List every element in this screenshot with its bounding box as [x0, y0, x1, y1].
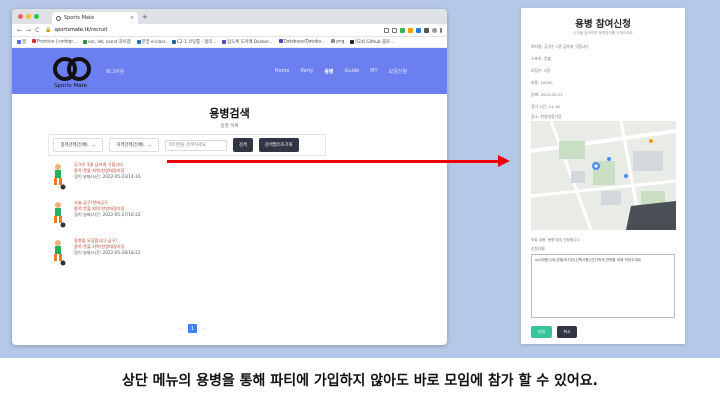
extension-icon-green[interactable] — [400, 27, 405, 33]
soccer-player-icon — [54, 202, 66, 228]
tab-close-icon[interactable]: × — [130, 15, 134, 21]
field-sport: 스포츠: 풋볼 — [531, 56, 551, 61]
field-time: 경기 시간: 14-16 — [531, 104, 560, 109]
list-item[interactable]: 공격수 1명 급하게 구합니다 종목:풋볼 지역:한양대경기장 경기 날짜/시간… — [48, 162, 141, 192]
bookmark-item[interactable]: Practice | codegr... — [31, 39, 77, 45]
region-select[interactable]: 지역선택(전체) ⌄ — [109, 138, 159, 152]
browser-window: Sports Mate × + ← → C 🔒 sportsmate.tk/re… — [12, 9, 447, 345]
mercenary-list: 공격수 1명 급하게 구합니다 종목:풋볼 지역:한양대경기장 경기 날짜/시간… — [48, 162, 141, 276]
bookmark-item[interactable]: [Git] Github 블로... — [350, 39, 394, 45]
minimize-window-dot[interactable] — [26, 14, 31, 19]
field-count: 모집수: 3명 — [531, 68, 550, 73]
nav-guide[interactable]: Guide — [345, 68, 360, 75]
tab-title: Sports Mate — [64, 15, 95, 21]
filter-bar: 종목선택(전체) ⌄ 지역선택(전체) ⌄ 파티명을 검색하세요 검색 검색필터초기… — [48, 134, 326, 156]
close-window-dot[interactable] — [18, 14, 23, 19]
item-date: 경기 날짜/시간: 2022-05-28/18-22 — [74, 250, 141, 255]
prev-page-button[interactable]: ‹ — [176, 324, 185, 333]
form-subtitle: 신청을 입력하여 용병참여를 신청하세요 — [573, 31, 633, 35]
search-input[interactable]: 파티명을 검색하세요 — [165, 139, 227, 151]
reload-icon[interactable]: C — [35, 27, 39, 34]
field-date: 날짜: 2022-05-23 — [531, 92, 563, 97]
application-form: 용병 참여신청 신청을 입력하여 용병참여를 신청하세요 파티명: 공격수 1명… — [521, 8, 685, 344]
profile-avatar[interactable] — [432, 27, 437, 33]
bookmark-item[interactable]: png — [331, 39, 344, 45]
chevron-down-icon: ⌄ — [147, 142, 152, 148]
nav-my[interactable]: MY — [370, 68, 377, 75]
red-arrow-shaft — [167, 160, 499, 163]
bookmark-item[interactable]: C2-1 코딩통 - 정리... — [171, 39, 216, 45]
new-tab-button[interactable]: + — [142, 13, 148, 21]
url-field[interactable]: sportsmate.tk/recruit — [55, 27, 108, 33]
next-page-button[interactable]: › — [200, 324, 209, 333]
lock-icon: 🔒 — [45, 27, 52, 33]
soccer-player-icon — [54, 164, 66, 190]
nav-home[interactable]: Home — [275, 68, 290, 75]
puzzle-icon[interactable] — [424, 27, 429, 33]
list-item[interactable]: 용병을 모집합니다 급구! 종목:풋볼 지역:한양대경기장 경기 날짜/시간: … — [48, 238, 141, 268]
soccer-player-icon — [54, 240, 66, 266]
search-button[interactable]: 검색 — [233, 138, 253, 152]
item-date: 경기 날짜/시간: 2022-05-23/14-16 — [74, 174, 141, 179]
reset-filter-button[interactable]: 검색필터초기화 — [258, 138, 299, 152]
tab-favicon-icon — [56, 15, 61, 21]
slide-caption: 상단 메뉴의 용병을 통해 파티에 가입하지 않아도 바로 모임에 참가 할 수… — [122, 373, 598, 389]
chevron-down-icon: ⌄ — [91, 142, 96, 148]
recruit-page: 용병검색 용병 목록 종목선택(전체) ⌄ 지역선택(전체) ⌄ 파티명을 검색하세… — [12, 94, 447, 344]
field-cost: 비용: 10000 — [531, 80, 553, 85]
message-textarea[interactable]: ex)이름/나이/성별/포지션(선택사항)/간단하게 연락할 위해 적어주세요 — [531, 254, 675, 318]
extension-icon-orange[interactable] — [408, 27, 413, 33]
logout-link[interactable]: 로그아웃 — [106, 68, 124, 75]
back-icon[interactable]: ← — [17, 27, 22, 34]
cancel-button[interactable]: 취소 — [557, 326, 577, 338]
browser-tab[interactable]: Sports Mate × — [52, 12, 138, 24]
logo-text: Sports Mate — [54, 83, 88, 89]
field-place: 장소: 한양대경기장 — [531, 114, 562, 119]
bookmarks-bar: 앱 Practice | codegr... var, let, const 차… — [12, 37, 447, 48]
form-note: 모집 내용: 용병 참여 신청합니다 — [531, 238, 580, 242]
list-item[interactable]: 오늘 급구!한테급구 종목:풋볼 지역:한양대경기장 경기 날짜/시간: 202… — [48, 200, 141, 230]
bookmark-item[interactable]: Database/Databa... — [278, 39, 325, 45]
location-map[interactable] — [531, 121, 676, 230]
bookmark-item[interactable]: 탐도록 도커에 Docker... — [222, 39, 273, 45]
address-bar: ← → C 🔒 sportsmate.tk/recruit — [12, 24, 447, 37]
pagination: ‹ 1 › — [176, 324, 209, 333]
nav-apply[interactable]: 모임신청 — [389, 68, 407, 75]
page-title: 용병검색 — [209, 107, 250, 120]
page-button-current[interactable]: 1 — [188, 324, 197, 333]
url-host: sportsmate.tk — [54, 27, 90, 33]
extension-icon-blue[interactable] — [416, 27, 421, 33]
presentation-slide: Sports Mate × + ← → C 🔒 sportsmate.tk/re… — [0, 0, 720, 358]
menu-dots-icon[interactable] — [440, 27, 442, 33]
field-party-name: 파티명: 공격수 1명 급하게 구합니다 — [531, 44, 589, 49]
bookmark-item[interactable]: 앱 — [17, 39, 26, 45]
forward-icon[interactable]: → — [26, 27, 31, 34]
sport-select[interactable]: 종목선택(전체) ⌄ — [53, 138, 103, 152]
maximize-window-dot[interactable] — [34, 14, 39, 19]
url-path: /recruit — [89, 27, 108, 33]
message-label: 신청내용 — [531, 246, 545, 251]
browser-titlebar: Sports Mate × + — [12, 9, 447, 24]
red-arrow-head-icon — [498, 155, 510, 167]
bookmark-item[interactable]: 한양 e-class — [136, 39, 166, 45]
nav-mercenary[interactable]: 용병 — [324, 68, 333, 75]
page-subtitle: 용병 목록 — [220, 124, 239, 129]
form-title: 용병 참여신청 — [575, 19, 631, 30]
main-menu: Home Party 용병 Guide MY 모임신청 — [275, 68, 407, 75]
star-icon[interactable] — [392, 27, 397, 33]
bookmark-item[interactable]: var, let, const 차이점 — [82, 39, 131, 45]
site-navbar: Sports Mate 로그아웃 Home Party 용병 Guide MY … — [12, 48, 447, 94]
submit-button[interactable]: 신청 — [531, 326, 552, 338]
share-icon[interactable] — [384, 27, 389, 33]
nav-party[interactable]: Party — [300, 68, 313, 75]
item-date: 경기 날짜/시간: 2022-05-27/16-22 — [74, 212, 141, 217]
